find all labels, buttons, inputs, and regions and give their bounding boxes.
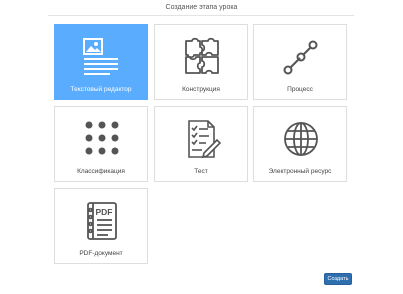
- dialog-title: Создание этапа урока: [165, 4, 238, 11]
- tile-pdf-document[interactable]: PDF PDF-документ: [54, 188, 148, 264]
- process-icon: [283, 40, 318, 75]
- text-editor-icon: [83, 38, 118, 75]
- tile-label: Классификация: [77, 168, 125, 175]
- puzzle-icon: [185, 37, 219, 74]
- tile-label: Текстовый редактор: [70, 86, 132, 93]
- tile-label: Тест: [194, 168, 208, 175]
- tile-classification[interactable]: Классификация: [54, 106, 148, 182]
- globe-icon: [284, 122, 318, 156]
- tile-label: Процесс: [287, 86, 313, 93]
- tile-text-editor[interactable]: Текстовый редактор: [54, 24, 148, 100]
- title-divider: [48, 15, 354, 16]
- test-document-icon: [188, 120, 222, 159]
- tile-electronic-resource[interactable]: Электронный ресурс: [253, 106, 347, 182]
- tile-label: Электронный ресурс: [268, 168, 332, 175]
- tile-label: PDF-документ: [79, 250, 123, 257]
- classification-grid-icon: [85, 121, 119, 155]
- tile-test[interactable]: Тест: [154, 106, 248, 182]
- pdf-document-icon: PDF: [87, 202, 117, 240]
- svg-text:PDF: PDF: [96, 207, 113, 217]
- tile-construction[interactable]: Конструкция: [154, 24, 248, 100]
- tile-label: Конструкция: [182, 86, 220, 93]
- create-button[interactable]: Создать: [324, 273, 352, 285]
- tile-process[interactable]: Процесс: [253, 24, 347, 100]
